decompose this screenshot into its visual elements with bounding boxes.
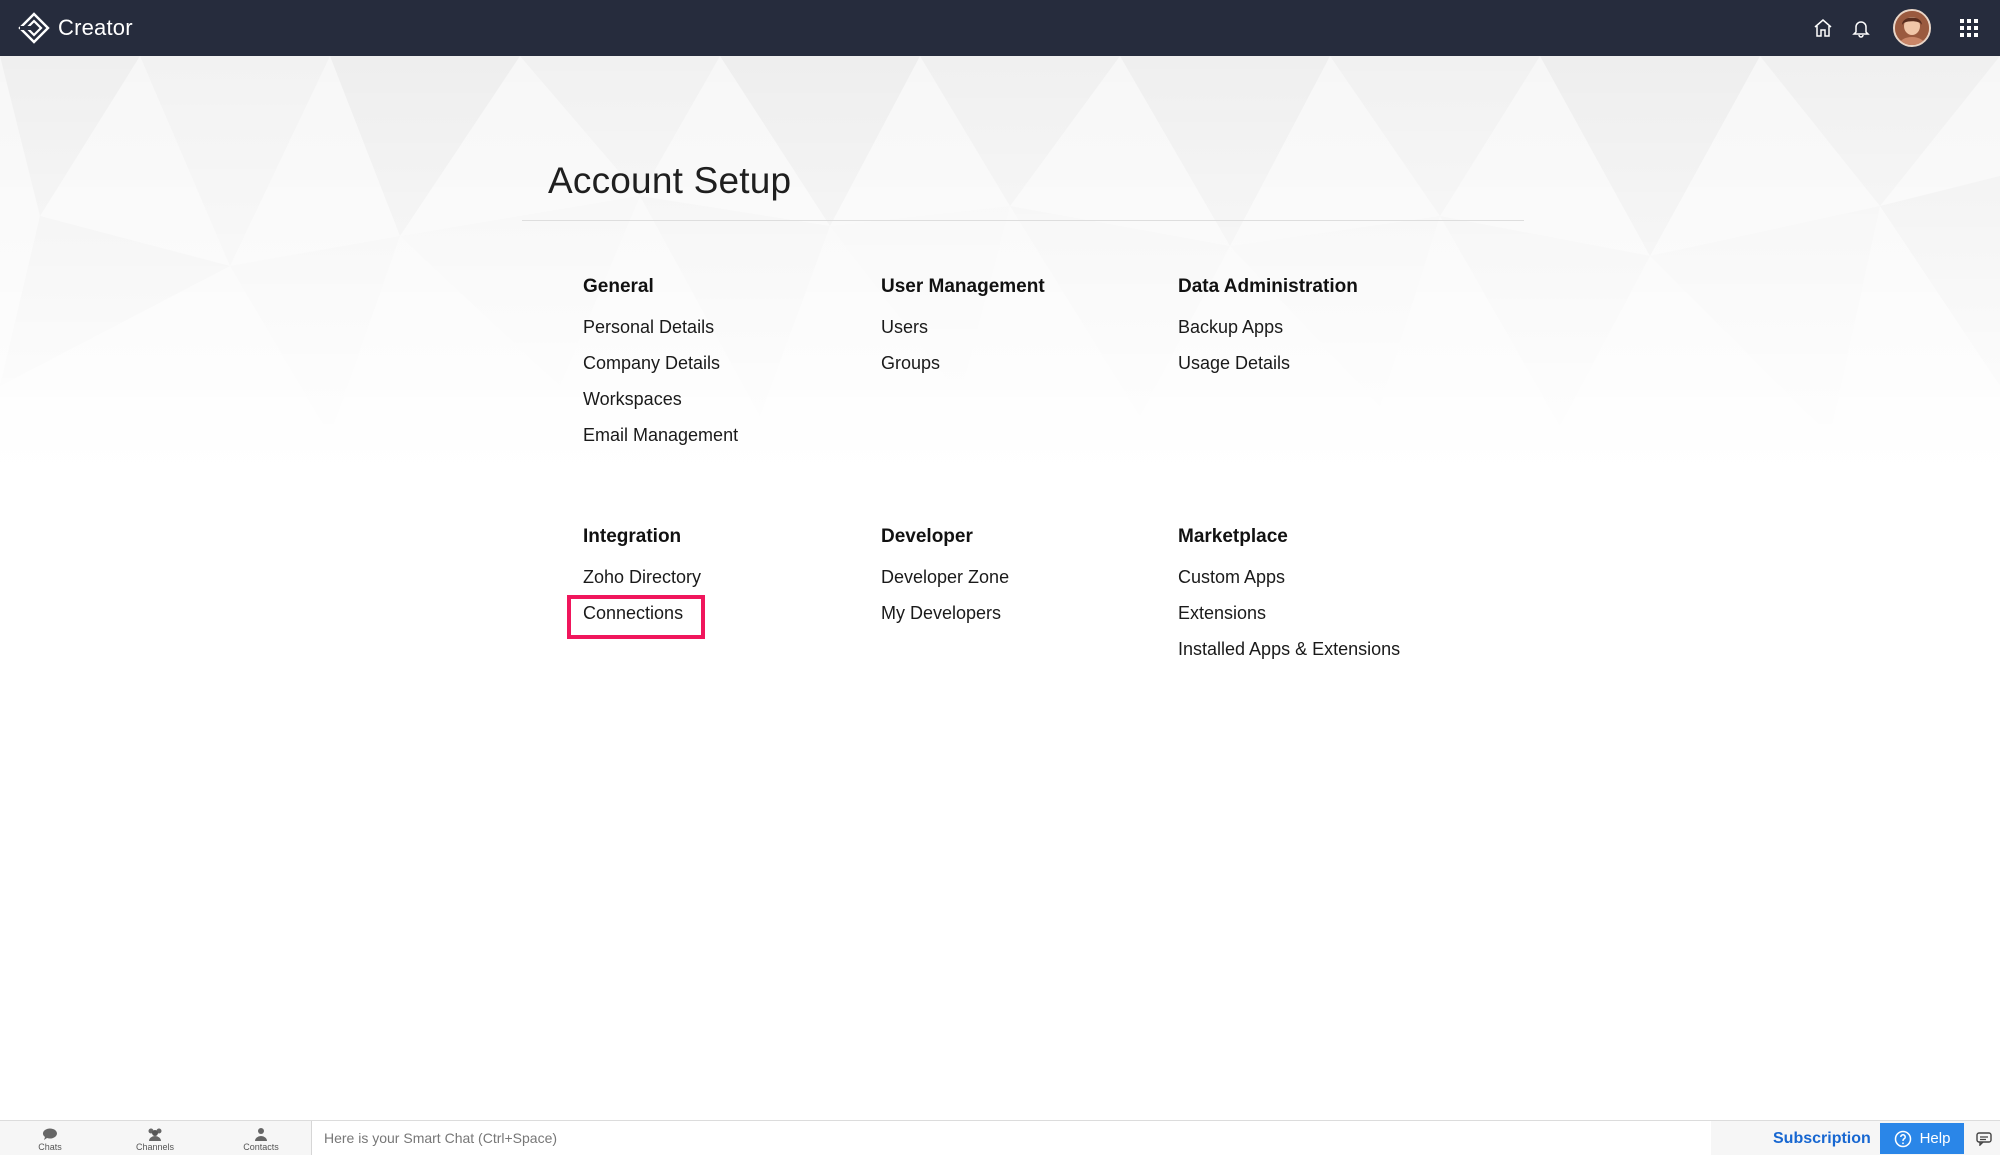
app-brand[interactable]: Creator — [18, 12, 133, 44]
section-heading: User Management — [881, 276, 1045, 297]
section-links: Developer Zone My Developers — [881, 565, 1171, 637]
user-avatar-image — [1893, 9, 1931, 47]
section-links: Users Groups — [881, 315, 1171, 387]
page-title: Account Setup — [548, 160, 792, 201]
smart-chat-field-wrap — [311, 1121, 1711, 1155]
contact-person-icon — [255, 1128, 267, 1141]
link-users[interactable]: Users — [881, 315, 1171, 351]
section-heading: Integration — [583, 526, 682, 547]
section-links: Backup Apps Usage Details — [1178, 315, 1468, 387]
help-circle-icon — [1894, 1130, 1911, 1147]
section-marketplace: Marketplace Custom Apps Extensions Insta… — [1178, 525, 1468, 673]
link-company-details[interactable]: Company Details — [583, 351, 873, 387]
link-installed-apps-extensions[interactable]: Installed Apps & Extensions — [1178, 637, 1468, 673]
section-heading: Data Administration — [1178, 276, 1358, 297]
link-personal-details[interactable]: Personal Details — [583, 315, 873, 351]
nav-label: Channels — [135, 1142, 175, 1152]
section-heading: Marketplace — [1178, 526, 1288, 547]
link-developer-zone[interactable]: Developer Zone — [881, 565, 1171, 601]
nav-label: Chats — [38, 1142, 62, 1152]
help-button[interactable]: Help — [1880, 1123, 1964, 1154]
link-my-developers[interactable]: My Developers — [881, 601, 1171, 637]
nav-chats[interactable]: Chats — [0, 1121, 100, 1155]
section-links: Custom Apps Extensions Installed Apps & … — [1178, 565, 1468, 673]
section-user-management: User Management Users Groups — [881, 275, 1171, 387]
nav-contacts[interactable]: Contacts — [211, 1121, 311, 1155]
link-extensions[interactable]: Extensions — [1178, 601, 1468, 637]
section-general: General Personal Details Company Details… — [583, 275, 873, 459]
link-usage-details[interactable]: Usage Details — [1178, 351, 1468, 387]
apps-grid-icon[interactable] — [1954, 0, 1984, 56]
link-email-management[interactable]: Email Management — [583, 423, 873, 459]
feedback-chat-icon[interactable] — [1970, 1121, 1998, 1155]
chat-bubble-icon — [42, 1128, 57, 1140]
section-heading: Developer — [881, 526, 973, 547]
link-groups[interactable]: Groups — [881, 351, 1171, 387]
bottom-chat-bar: Chats Channels Contacts Subscription Hel… — [0, 1120, 2000, 1155]
section-links: Personal Details Company Details Workspa… — [583, 315, 873, 459]
top-navigation-bar: Creator — [0, 0, 2000, 56]
bell-icon[interactable] — [1846, 0, 1876, 56]
help-label: Help — [1919, 1130, 1951, 1147]
highlight-annotation-box — [567, 595, 705, 639]
channels-group-icon — [148, 1128, 162, 1141]
avatar[interactable] — [1892, 0, 1932, 56]
subscription-link[interactable]: Subscription — [1773, 1121, 1871, 1155]
section-developer: Developer Developer Zone My Developers — [881, 525, 1171, 637]
title-divider — [522, 220, 1524, 221]
link-workspaces[interactable]: Workspaces — [583, 387, 873, 423]
app-name: Creator — [58, 15, 133, 40]
home-icon[interactable] — [1808, 0, 1838, 56]
link-custom-apps[interactable]: Custom Apps — [1178, 565, 1468, 601]
nav-label: Contacts — [243, 1142, 279, 1152]
link-backup-apps[interactable]: Backup Apps — [1178, 315, 1468, 351]
smart-chat-input[interactable] — [312, 1121, 1711, 1155]
background-pattern — [0, 56, 2000, 476]
creator-logo-icon — [18, 12, 50, 44]
nav-channels[interactable]: Channels — [105, 1121, 205, 1155]
section-data-administration: Data Administration Backup Apps Usage De… — [1178, 275, 1468, 387]
section-heading: General — [583, 276, 654, 297]
